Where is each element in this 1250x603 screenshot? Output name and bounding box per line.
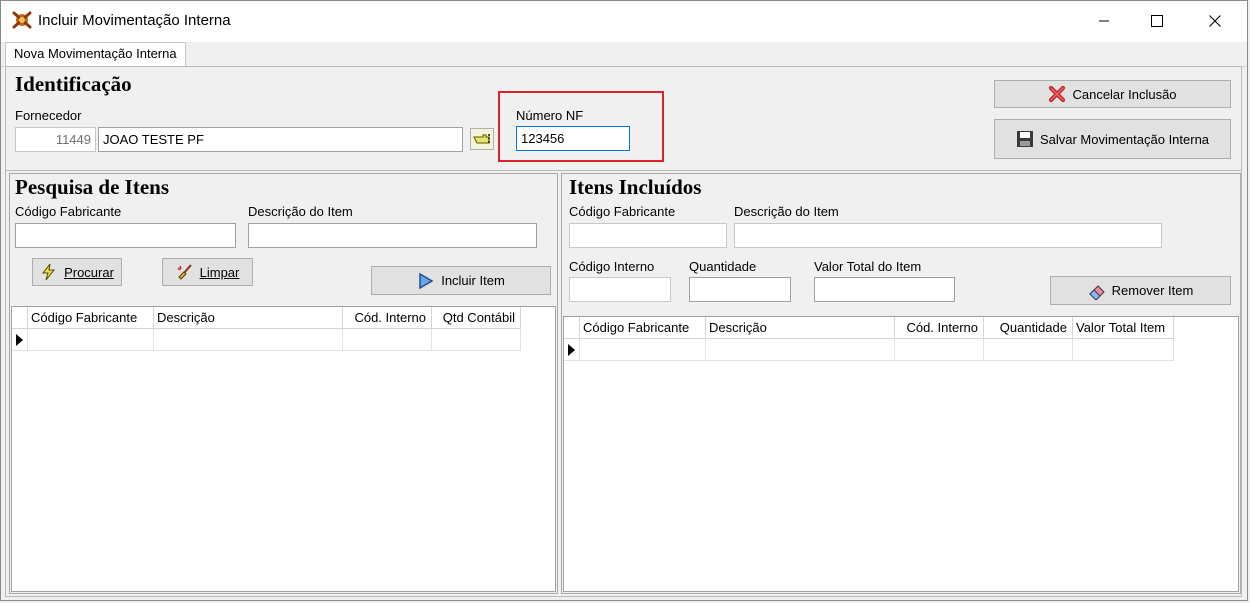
cancel-x-icon (1049, 85, 1066, 103)
cancel-inclusao-button[interactable]: Cancelar Inclusão (994, 80, 1231, 108)
fornecedor-lookup-button[interactable] (470, 128, 494, 150)
pesquisa-col-qtd-contabil[interactable]: Qtd Contábil (432, 307, 521, 329)
quantidade-input[interactable] (689, 277, 791, 302)
tab-strip (1, 42, 1247, 67)
incluidos-col-valor-total[interactable]: Valor Total Item (1073, 317, 1174, 339)
pesquisa-grid[interactable]: Código Fabricante Descrição Cód. Interno… (11, 306, 556, 592)
broom-icon (177, 264, 192, 280)
remover-label: Remover Item (1111, 283, 1194, 298)
incluidos-col-codigo-fabricante[interactable]: Código Fabricante (580, 317, 706, 339)
incluidos-heading: Itens Incluídos (569, 175, 702, 199)
limpar-button[interactable]: Limpar (162, 258, 253, 286)
table-cell[interactable] (28, 329, 154, 351)
play-arrow-icon (419, 272, 434, 289)
remover-item-button[interactable]: Remover Item (1050, 276, 1231, 305)
window-title: Incluir Movimentação Interna (38, 12, 231, 29)
fornecedor-code-field: 11449 (15, 127, 96, 152)
grid-corner (12, 307, 28, 329)
fornecedor-label: Fornecedor (15, 108, 82, 123)
close-icon (1209, 15, 1221, 27)
codigo-interno-input (569, 277, 671, 302)
quantidade-label: Quantidade (689, 259, 757, 274)
table-cell[interactable] (580, 339, 706, 361)
codigo-interno-label: Código Interno (569, 259, 655, 274)
incluidos-descricao-input (734, 223, 1162, 248)
row-indicator-cell (564, 339, 580, 361)
row-indicator-cell (12, 329, 28, 351)
fornecedor-name-field[interactable]: JOAO TESTE PF (98, 127, 463, 152)
section-divider (5, 170, 1242, 171)
table-cell[interactable] (1073, 339, 1174, 361)
identificacao-heading: Identificação (15, 72, 132, 96)
incluidos-col-descricao[interactable]: Descrição (706, 317, 895, 339)
pesquisa-col-descricao[interactable]: Descrição (154, 307, 343, 329)
minimize-icon (1099, 20, 1109, 22)
incluidos-descricao-label: Descrição do Item (734, 204, 839, 219)
pesquisa-descricao-label: Descrição do Item (248, 204, 353, 219)
pesquisa-col-codigo-fabricante[interactable]: Código Fabricante (28, 307, 154, 329)
floppy-disk-icon (1016, 131, 1033, 147)
row-pointer-icon (568, 343, 575, 356)
row-pointer-icon (16, 333, 23, 346)
app-icon (12, 11, 32, 29)
pesquisa-heading: Pesquisa de Itens (15, 175, 170, 199)
maximize-button[interactable] (1134, 1, 1180, 41)
incluidos-col-quantidade[interactable]: Quantidade (984, 317, 1073, 339)
grid-corner (564, 317, 580, 339)
pesquisa-col-cod-interno[interactable]: Cód. Interno (343, 307, 432, 329)
table-cell[interactable] (706, 339, 895, 361)
highlight-annotation (498, 91, 664, 162)
limpar-label: Limpar (199, 264, 240, 280)
incluir-label: Incluir Item (441, 273, 505, 288)
incluidos-codigo-fabricante-input (569, 223, 727, 248)
table-cell[interactable] (343, 329, 432, 351)
pesquisa-codigo-fabricante-label: Código Fabricante (15, 204, 122, 219)
close-button[interactable] (1192, 1, 1238, 41)
incluidos-grid[interactable]: Código Fabricante Descrição Cód. Interno… (563, 316, 1239, 592)
table-cell[interactable] (154, 329, 343, 351)
tab-nova-movimentacao[interactable]: Nova Movimentação Interna (5, 42, 186, 66)
save-movimentacao-button[interactable]: Salvar Movimentação Interna (994, 119, 1231, 159)
maximize-icon (1151, 15, 1163, 27)
valor-total-label: Valor Total do Item (814, 259, 922, 274)
minimize-button[interactable] (1081, 1, 1127, 41)
valor-total-input[interactable] (814, 277, 955, 302)
eraser-icon (1088, 284, 1105, 300)
pesquisa-descricao-input[interactable] (248, 223, 537, 248)
table-cell[interactable] (432, 329, 521, 351)
procurar-button[interactable]: Procurar (32, 258, 122, 286)
incluir-item-button[interactable]: Incluir Item (371, 266, 551, 295)
lightning-icon (42, 263, 56, 281)
save-label: Salvar Movimentação Interna (1039, 131, 1210, 147)
procurar-label: Procurar (64, 264, 114, 280)
incluidos-col-cod-interno[interactable]: Cód. Interno (895, 317, 984, 339)
pointing-hand-icon (473, 134, 490, 144)
table-cell[interactable] (984, 339, 1073, 361)
incluidos-codigo-fabricante-label: Código Fabricante (569, 204, 676, 219)
table-cell[interactable] (895, 339, 984, 361)
pesquisa-codigo-fabricante-input[interactable] (15, 223, 236, 248)
cancel-label: Cancelar Inclusão (1072, 86, 1177, 102)
